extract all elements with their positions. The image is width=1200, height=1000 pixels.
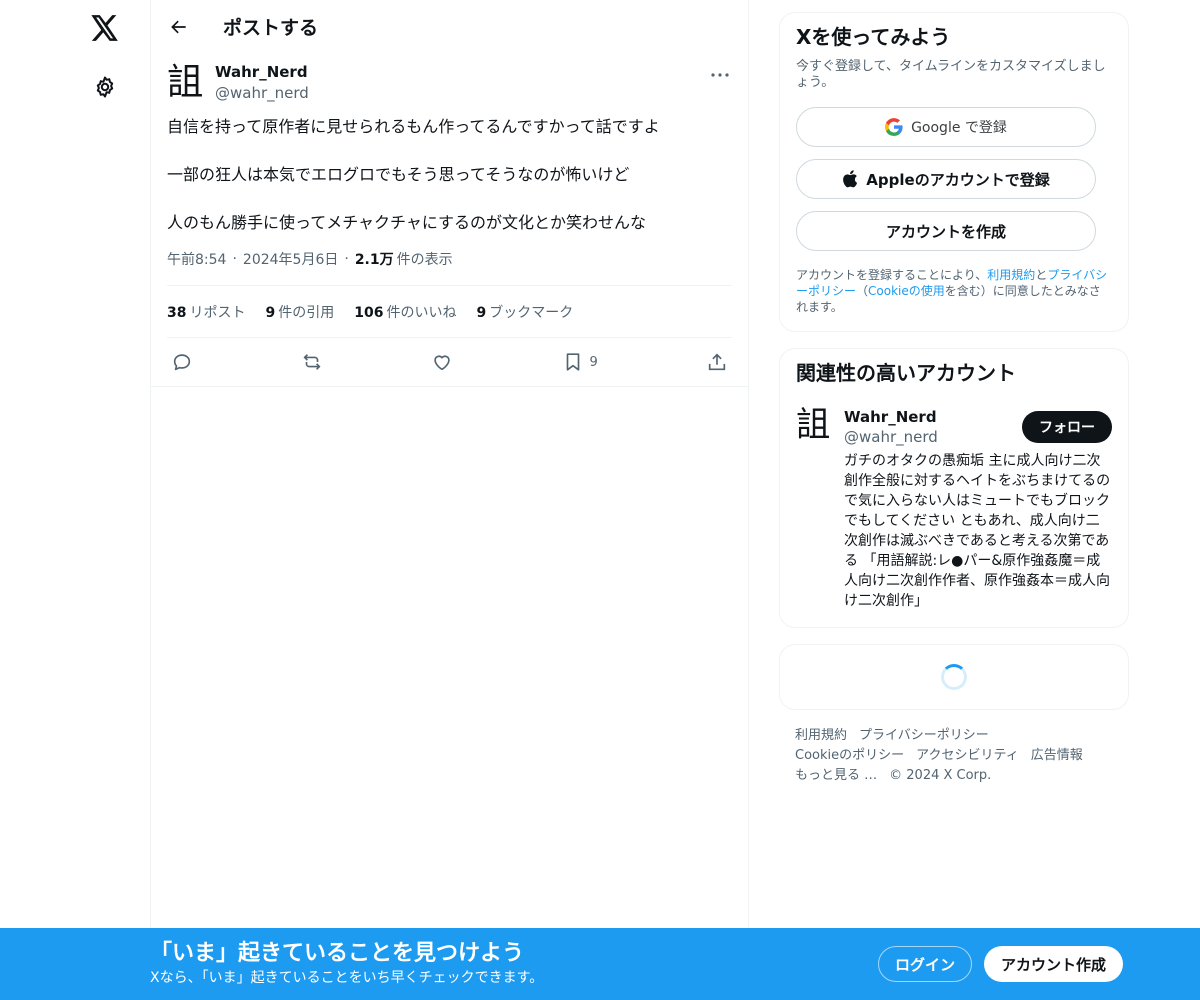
copyright: © 2024 X Corp. xyxy=(889,768,992,783)
legal-text: アカウントを登録することにより、利用規約とプライバシーポリシー（Cookieの使… xyxy=(796,268,1108,314)
loading-spinner-icon xyxy=(941,664,967,690)
footer-terms-link[interactable]: 利用規約 xyxy=(795,728,847,743)
post-paragraph: 人のもん勝手に使ってメチャクチャにするのが文化とか笑わせんな xyxy=(167,213,647,232)
share-icon[interactable] xyxy=(706,351,728,373)
signup-button[interactable]: アカウント作成 xyxy=(984,946,1123,982)
footer-links: 利用規約 プライバシーポリシー Cookieのポリシー アクセシビリティ 広告情報 も… xyxy=(779,726,1129,786)
footer-privacy-link[interactable]: プライバシーポリシー xyxy=(859,728,989,743)
loading-card xyxy=(779,644,1129,710)
more-icon[interactable] xyxy=(708,65,732,85)
related-user[interactable]: 詛 Wahr_Nerd @wahr_nerd ガチのオタクの愚痴垢 主に成人向け… xyxy=(796,405,1112,611)
reply-icon[interactable] xyxy=(171,351,193,373)
signup-title: Xを使ってみよう xyxy=(796,25,951,49)
post-author: 詛 Wahr_Nerd @wahr_nerd xyxy=(167,61,732,103)
bottom-bar-title: 「いま」起きていることを見つけよう xyxy=(150,941,525,966)
google-icon xyxy=(885,118,903,136)
related-user-bio: ガチのオタクの愚痴垢 主に成人向け二次創作全般に対するヘイトをぶちまけてるので気… xyxy=(844,453,1111,609)
follow-button[interactable]: フォロー xyxy=(1022,411,1112,443)
post-time[interactable]: 午前8:54 xyxy=(167,249,226,269)
related-accounts-card: 関連性の高いアカウント 詛 Wahr_Nerd @wahr_nerd ガチのオタ… xyxy=(779,348,1129,628)
reposts-stat[interactable]: 38 リポスト xyxy=(167,302,245,322)
create-account-button[interactable]: アカウントを作成 xyxy=(796,211,1096,251)
apple-signup-button[interactable]: Appleのアカウントで登録 xyxy=(796,159,1096,199)
likes-stat[interactable]: 106 件のいいね xyxy=(354,302,456,322)
main-column: ポストする 詛 Wahr_Nerd @wahr_nerd 自信を持って原作者に見… xyxy=(150,0,749,1000)
post-actions: 9 xyxy=(167,338,732,386)
author-name[interactable]: Wahr_Nerd xyxy=(215,61,309,83)
x-logo-icon[interactable] xyxy=(89,12,121,44)
arrow-left-icon[interactable] xyxy=(167,15,191,39)
right-column: Xを使ってみよう 今すぐ登録して、タイムラインをカスタマイズしましょう。 Goo… xyxy=(779,12,1129,786)
google-signup-label: Google で登録 xyxy=(911,120,1007,136)
signup-subtitle: 今すぐ登録して、タイムラインをカスタマイズしましょう。 xyxy=(796,59,1106,90)
related-title: 関連性の高いアカウント xyxy=(796,361,1016,385)
footer-cookie-link[interactable]: Cookieのポリシー xyxy=(795,748,904,763)
header: ポストする xyxy=(151,0,748,53)
gear-icon[interactable] xyxy=(90,72,120,102)
bottom-bar-subtitle: Xなら、「いま」起きていることをいち早くチェックできます。 xyxy=(150,970,544,986)
footer-more-link[interactable]: もっと見る … xyxy=(795,768,877,783)
views-count: 2.1万 xyxy=(354,252,394,268)
footer-ads-link[interactable]: 広告情報 xyxy=(1031,748,1083,763)
bookmarks-stat[interactable]: 9 ブックマーク xyxy=(476,302,573,322)
post-meta: 午前8:54 · 2024年5月6日 · 2.1万 件の表示 xyxy=(167,249,453,269)
bookmark-icon[interactable]: 9 xyxy=(562,351,598,373)
cookie-link[interactable]: Cookieの使用 xyxy=(868,284,945,298)
quotes-stat[interactable]: 9 件の引用 xyxy=(265,302,334,322)
left-nav xyxy=(0,0,150,1000)
avatar[interactable]: 詛 xyxy=(167,63,207,103)
views-label: 件の表示 xyxy=(396,252,453,268)
divider xyxy=(151,386,748,387)
google-signup-button[interactable]: Google で登録 xyxy=(796,107,1096,147)
footer-accessibility-link[interactable]: アクセシビリティ xyxy=(916,748,1019,763)
like-icon[interactable] xyxy=(431,351,453,373)
avatar[interactable]: 詛 xyxy=(796,405,836,445)
apple-signup-label: Appleのアカウントで登録 xyxy=(866,170,1050,189)
post-date[interactable]: 2024年5月6日 xyxy=(243,249,338,269)
post-stats: 38 リポスト 9 件の引用 106 件のいいね 9 ブックマーク xyxy=(167,285,732,338)
post-paragraph: 一部の狂人は本気でエログロでもそう思ってそうなのが怖いけど xyxy=(167,165,630,184)
create-account-label: アカウントを作成 xyxy=(885,222,1006,241)
signup-card: Xを使ってみよう 今すぐ登録して、タイムラインをカスタマイズしましょう。 Goo… xyxy=(779,12,1129,332)
terms-link[interactable]: 利用規約 xyxy=(987,268,1035,282)
login-button[interactable]: ログイン xyxy=(878,946,972,982)
author-handle[interactable]: @wahr_nerd xyxy=(215,83,309,103)
post-text: 自信を持って原作者に見せられるもん作ってるんですかって話ですよ 一部の狂人は本気… xyxy=(167,115,732,235)
page-title: ポストする xyxy=(223,17,319,39)
post: 詛 Wahr_Nerd @wahr_nerd 自信を持って原作者に見せられるもん… xyxy=(151,61,748,386)
bottom-signup-bar: 「いま」起きていることを見つけよう Xなら、「いま」起きていることをいち早くチェ… xyxy=(0,928,1200,1000)
apple-icon xyxy=(843,170,858,188)
post-paragraph: 自信を持って原作者に見せられるもん作ってるんですかって話ですよ xyxy=(167,117,660,136)
repost-icon[interactable] xyxy=(301,351,323,373)
bookmark-action-count: 9 xyxy=(589,354,598,370)
